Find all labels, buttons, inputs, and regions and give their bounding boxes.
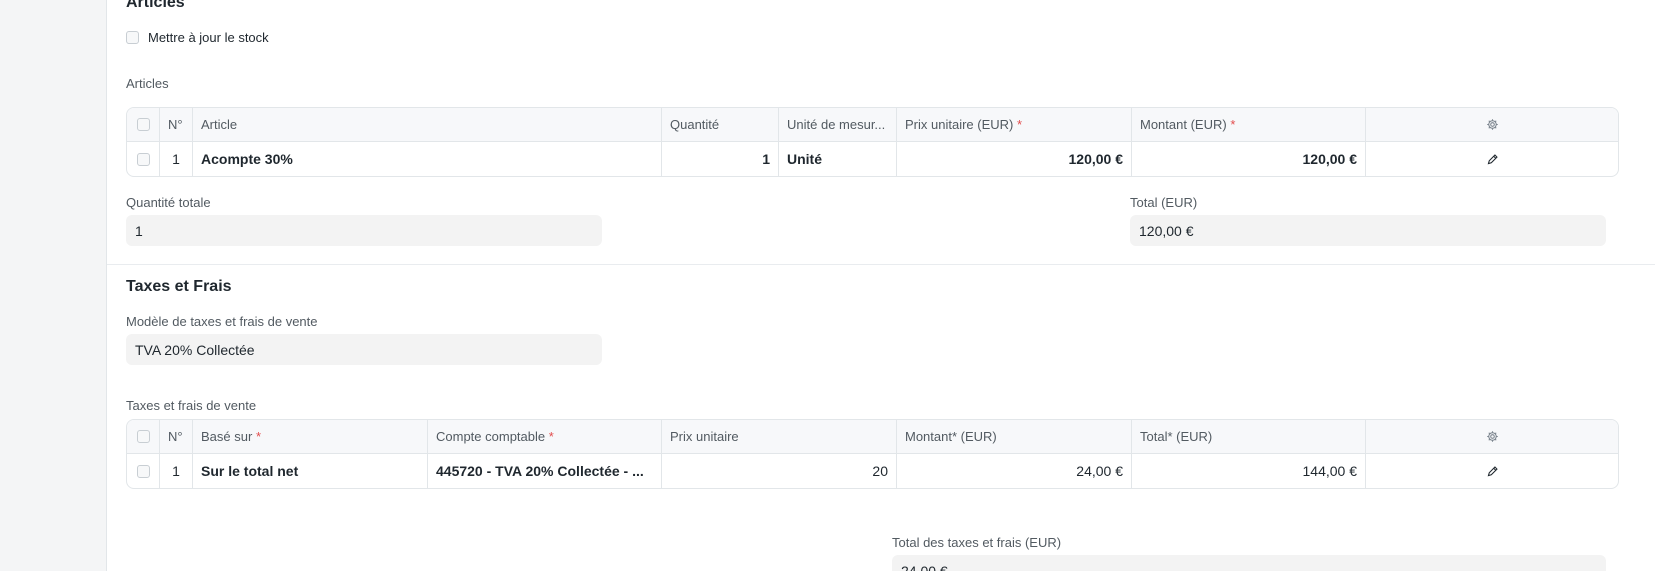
row-select-cell[interactable] — [127, 454, 160, 488]
row-rate[interactable]: 20 — [662, 454, 897, 488]
row-based-on[interactable]: Sur le total net — [193, 454, 428, 488]
col-based-on-label: Basé sur — [201, 429, 253, 444]
required-mark: * — [255, 429, 261, 444]
row-tax-total[interactable]: 144,00 € — [1132, 454, 1366, 488]
col-account: Compte comptable * — [428, 420, 662, 453]
col-account-label: Compte comptable — [436, 429, 546, 444]
table-row[interactable]: 1 Sur le total net 445720 - TVA 20% Coll… — [127, 454, 1618, 488]
tax-template-field[interactable]: TVA 20% Collectée — [126, 334, 602, 365]
taxes-table-header: N° Basé sur * Compte comptable * Prix un… — [127, 420, 1618, 454]
taxes-section-title: Taxes et Frais — [126, 278, 232, 295]
taxes-table: N° Basé sur * Compte comptable * Prix un… — [126, 419, 1619, 489]
gear-icon[interactable] — [1486, 430, 1499, 443]
form-sheet: Articles Mettre à jour le stock Articles… — [106, 0, 1655, 571]
row-edit-button[interactable] — [1366, 454, 1618, 488]
total-taxes-label: Total des taxes et frais (EUR) — [892, 535, 1062, 550]
taxes-table-label: Taxes et frais de vente — [126, 398, 257, 413]
col-based-on: Basé sur * — [193, 420, 428, 453]
row-no: 1 — [160, 454, 193, 488]
select-all-checkbox[interactable] — [136, 430, 150, 443]
row-checkbox[interactable] — [136, 464, 150, 478]
total-taxes-field[interactable]: 24,00 € — [892, 555, 1606, 571]
column-settings-button[interactable] — [1366, 420, 1618, 453]
required-mark: * — [548, 429, 554, 444]
select-all-cell[interactable] — [127, 420, 160, 453]
col-rate: Prix unitaire — [662, 420, 897, 453]
row-account[interactable]: 445720 - TVA 20% Collectée - ... — [428, 454, 662, 488]
col-tax-amount: Montant* (EUR) — [897, 420, 1132, 453]
pencil-icon[interactable] — [1486, 465, 1499, 478]
col-no: N° — [160, 420, 193, 453]
row-tax-amount[interactable]: 24,00 € — [897, 454, 1132, 488]
taxes-content: Taxes et Frais Modèle de taxes et frais … — [126, 0, 1619, 571]
tax-template-label: Modèle de taxes et frais de vente — [126, 314, 318, 329]
col-tax-total: Total* (EUR) — [1132, 420, 1366, 453]
